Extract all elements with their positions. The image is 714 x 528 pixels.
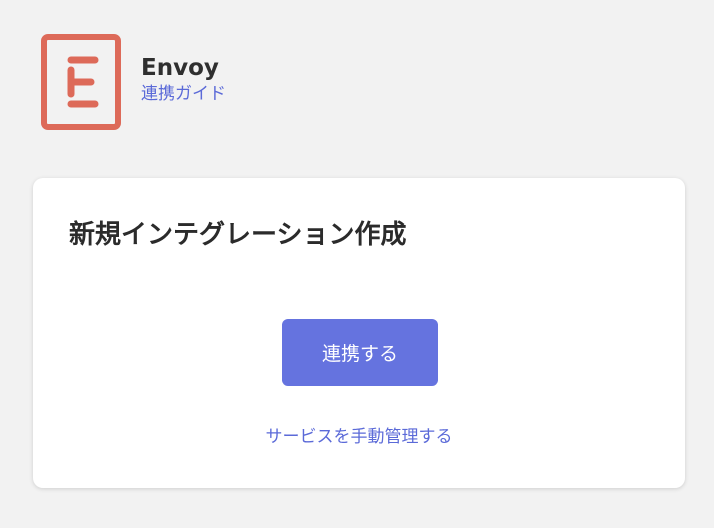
manage-service-manually-link[interactable]: サービスを手動管理する xyxy=(33,425,685,449)
card-title: 新規インテグレーション作成 xyxy=(69,220,407,250)
app-header: Envoy 連携ガイド xyxy=(41,34,226,130)
new-integration-card: 新規インテグレーション作成 連携する サービスを手動管理する xyxy=(33,178,685,488)
connect-button[interactable]: 連携する xyxy=(282,319,438,386)
app-name: Envoy xyxy=(141,55,219,81)
integration-guide-link[interactable]: 連携ガイド xyxy=(141,83,226,105)
envoy-e-glyph xyxy=(67,56,99,108)
app-info: Envoy 連携ガイド xyxy=(141,54,226,105)
envoy-logo-icon xyxy=(41,34,121,130)
